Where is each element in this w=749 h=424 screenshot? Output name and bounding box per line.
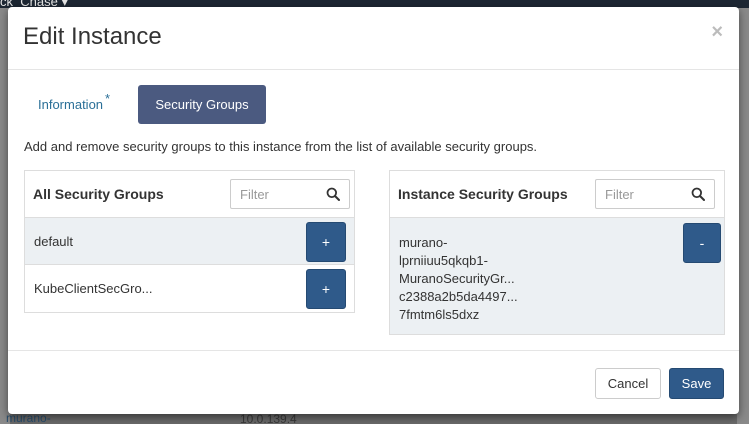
security-group-name-line: MuranoSecurityGr...: [399, 271, 515, 286]
save-button[interactable]: Save: [669, 368, 724, 399]
instance-security-groups-panel: Instance Security Groups murano- lprniiu…: [389, 170, 725, 335]
security-group-name: murano- lprniiuu5qkqb1- MuranoSecurityGr…: [399, 234, 539, 324]
add-security-group-button[interactable]: +: [306, 222, 346, 262]
edit-instance-modal: Edit Instance × Information * Security Gr…: [8, 7, 739, 414]
list-item: murano- lprniiuu5qkqb1- MuranoSecurityGr…: [390, 218, 724, 334]
close-icon[interactable]: ×: [711, 21, 723, 44]
all-security-groups-title: All Security Groups: [33, 186, 164, 202]
security-group-name: default: [34, 234, 74, 249]
modal-footer: Cancel Save: [8, 350, 739, 414]
security-group-name: KubeClientSecGro...: [34, 281, 153, 296]
security-group-name-line: c2388a2b5da4497...: [399, 289, 518, 304]
tab-information[interactable]: Information *: [38, 85, 110, 124]
instance-groups-filter: [595, 179, 715, 209]
add-security-group-button[interactable]: +: [306, 269, 346, 309]
modal-header: Edit Instance ×: [8, 7, 739, 70]
search-icon[interactable]: [691, 187, 705, 201]
all-security-groups-panel: All Security Groups default + KubeClient…: [24, 170, 355, 313]
security-group-name-line: murano-: [399, 235, 448, 250]
all-groups-filter-input[interactable]: [240, 180, 330, 208]
required-marker: *: [105, 91, 111, 106]
security-group-name-line: 7fmtm6ls5dxz: [399, 307, 480, 322]
tab-information-label: Information: [38, 97, 104, 112]
instance-groups-filter-input[interactable]: [605, 180, 695, 208]
list-item: default +: [25, 218, 354, 265]
instance-security-groups-header: Instance Security Groups: [390, 171, 724, 218]
cancel-button[interactable]: Cancel: [595, 368, 661, 399]
list-item: KubeClientSecGro... +: [25, 265, 354, 312]
all-security-groups-header: All Security Groups: [25, 171, 354, 218]
modal-title: Edit Instance: [23, 23, 162, 50]
instance-security-groups-title: Instance Security Groups: [398, 186, 568, 202]
remove-security-group-button[interactable]: -: [683, 223, 721, 263]
help-text: Add and remove security groups to this i…: [24, 139, 538, 154]
tab-security-groups[interactable]: Security Groups: [138, 85, 266, 124]
all-groups-filter: [230, 179, 350, 209]
security-group-name-line: lprniiuu5qkqb1-: [399, 253, 488, 268]
search-icon[interactable]: [326, 187, 340, 201]
